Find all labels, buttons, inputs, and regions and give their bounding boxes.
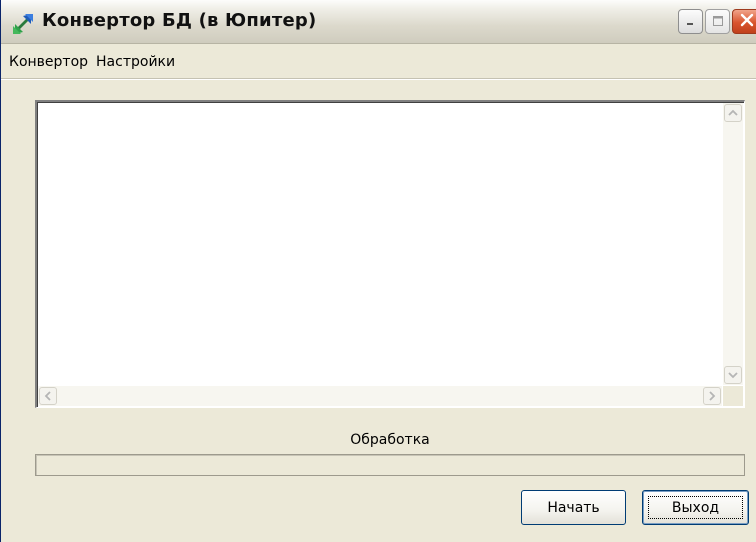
vertical-scrollbar[interactable] — [723, 103, 743, 385]
scroll-corner — [723, 386, 743, 406]
exit-button-label: Выход — [671, 499, 720, 516]
maximize-button[interactable] — [705, 9, 730, 34]
scroll-right-button[interactable] — [703, 387, 721, 405]
progress-label: Обработка — [350, 432, 430, 448]
scroll-up-button[interactable] — [724, 104, 742, 122]
maximize-icon — [712, 12, 724, 31]
scroll-right-icon — [708, 391, 716, 401]
minimize-button[interactable] — [678, 9, 703, 34]
start-button-label: Начать — [547, 499, 600, 516]
title-bar[interactable]: Конвертор БД (в Юпитер) — [1, 0, 756, 44]
window-title: Конвертор БД (в Юпитер) — [42, 10, 317, 31]
scroll-down-button[interactable] — [724, 366, 742, 384]
main-window: Конвертор БД (в Юпитер) Конвертор Настро… — [0, 0, 756, 542]
menu-item-converter[interactable]: Конвертор — [5, 54, 92, 70]
start-button[interactable]: Начать — [521, 490, 626, 525]
minimize-icon — [685, 12, 697, 31]
scroll-up-icon — [728, 109, 738, 117]
log-text — [39, 104, 722, 385]
close-button[interactable] — [732, 9, 756, 34]
scroll-left-button[interactable] — [39, 387, 57, 405]
menu-item-settings[interactable]: Настройки — [92, 54, 179, 70]
close-icon — [740, 12, 754, 31]
arrow-icon — [11, 12, 35, 36]
scroll-down-icon — [728, 371, 738, 379]
menu-separator — [1, 78, 756, 80]
horizontal-scrollbar[interactable] — [38, 386, 722, 406]
log-textarea[interactable] — [35, 100, 745, 408]
exit-button[interactable]: Выход — [642, 490, 749, 525]
progress-bar — [35, 454, 745, 476]
scroll-left-icon — [44, 391, 52, 401]
menu-bar: Конвертор Настройки — [1, 49, 756, 75]
